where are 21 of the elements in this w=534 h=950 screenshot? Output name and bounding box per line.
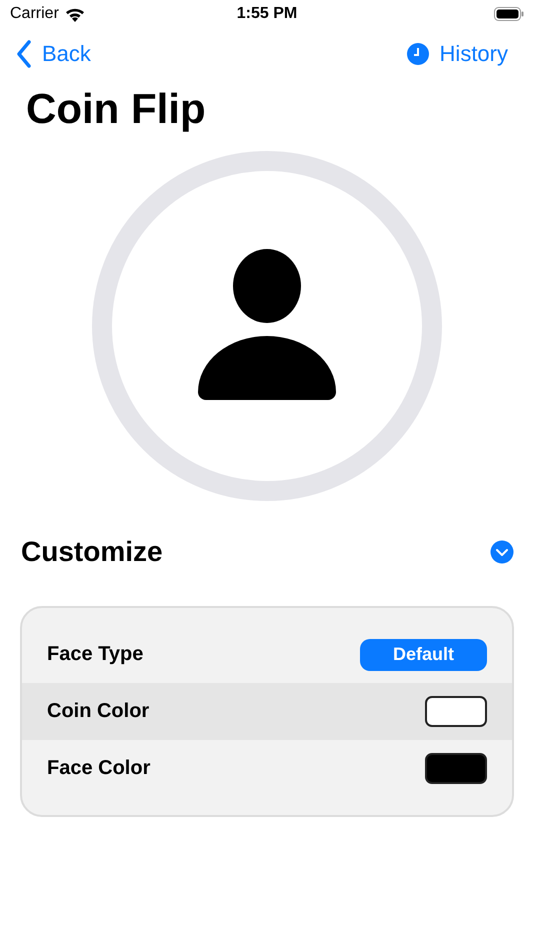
color-swatch[interactable] [425,753,487,784]
history-button[interactable]: History [406,41,508,67]
section-title: Customize [21,536,163,568]
back-button[interactable]: Back [16,40,91,68]
color-swatch[interactable] [425,696,487,728]
settings-row[interactable]: Coin Color [22,683,512,740]
wifi-icon [64,6,85,22]
settings-row[interactable]: Face Type Default [22,626,512,684]
carrier-label: Carrier [10,5,59,23]
option-label: Coin Color [47,700,150,724]
chevron-down-icon[interactable] [490,540,514,564]
page-title: Coin Flip [26,84,207,134]
option-label: Face Color [47,757,150,780]
face-type-button[interactable]: Default [360,638,487,671]
clock-time: 1:55 PM [236,5,298,23]
option-label: Face Type [47,643,144,666]
chevron-left-icon [16,40,32,68]
battery-icon [494,7,524,21]
person-icon [198,249,336,400]
clock-icon [406,42,430,66]
settings-row[interactable]: Face Color [22,740,512,798]
